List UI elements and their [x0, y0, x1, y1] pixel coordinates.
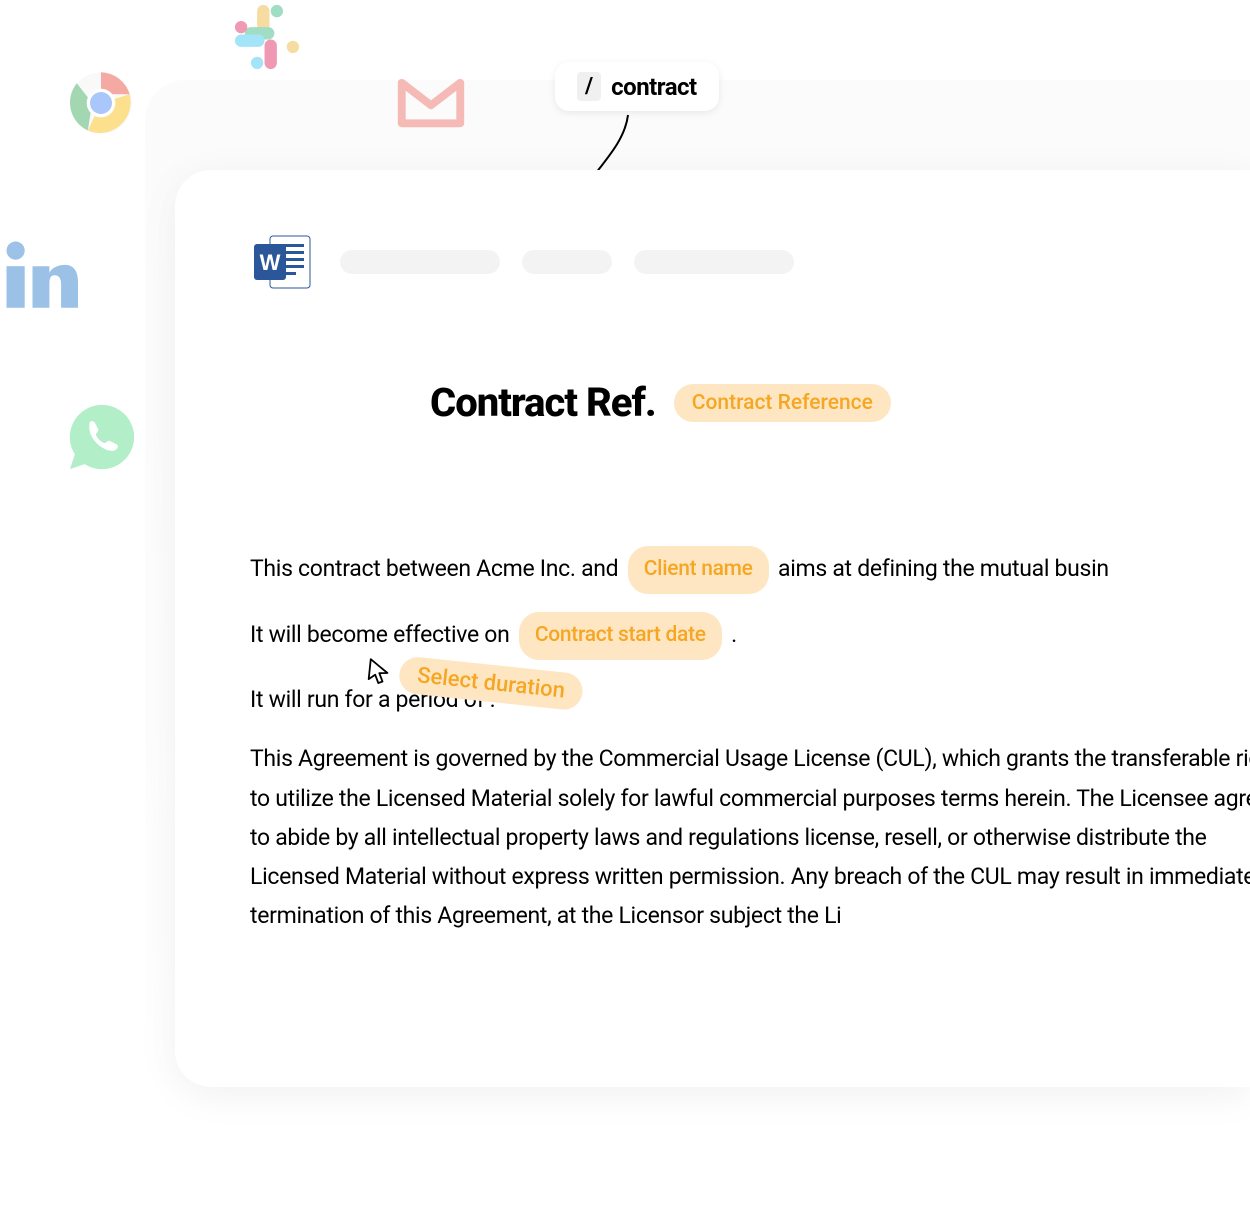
document-body: This contract between Acme Inc. and Clie…: [250, 546, 1250, 935]
whatsapp-icon: [65, 400, 139, 478]
slash-key: /: [577, 72, 601, 101]
gmail-icon: [395, 75, 467, 135]
linkedin-icon: [0, 235, 78, 317]
document-title-row: Contract Ref. Contract Reference: [430, 379, 1250, 426]
client-name-chip[interactable]: Client name: [628, 546, 769, 594]
placeholder-tabs: [340, 250, 794, 274]
svg-text:W: W: [260, 250, 281, 275]
document-title: Contract Ref.: [430, 379, 656, 426]
body-text: This contract between Acme Inc. and: [250, 555, 624, 582]
body-text: .: [726, 621, 737, 648]
placeholder-tab: [522, 250, 612, 274]
document-card: W Contract Ref. Contract Reference This …: [175, 170, 1250, 1087]
cursor-icon: [362, 654, 397, 689]
body-text: It will become effective on: [250, 621, 515, 648]
slash-command-text: contract: [611, 73, 697, 101]
chrome-icon: [68, 70, 134, 140]
word-icon: W: [250, 230, 314, 294]
placeholder-tab: [340, 250, 500, 274]
slack-icon: [230, 0, 304, 78]
document-header: W: [250, 230, 1250, 294]
slash-command-badge[interactable]: / contract: [555, 62, 719, 111]
body-paragraph: This Agreement is governed by the Commer…: [250, 739, 1250, 934]
body-text: aims at defining the mutual busin: [773, 555, 1109, 582]
placeholder-tab: [634, 250, 794, 274]
contract-reference-chip[interactable]: Contract Reference: [674, 384, 891, 422]
contract-start-date-chip[interactable]: Contract start date: [519, 612, 722, 660]
